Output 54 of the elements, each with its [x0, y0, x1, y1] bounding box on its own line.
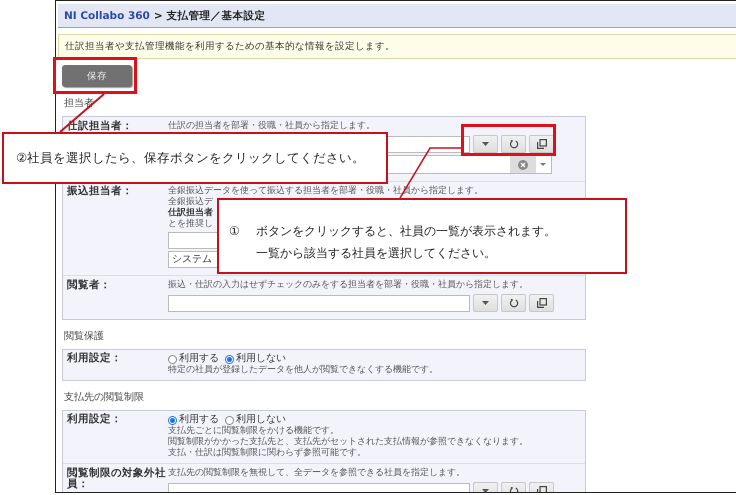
section-title: 閲覧保護 — [64, 331, 105, 343]
radio-button[interactable] — [225, 416, 234, 424]
callout-text: ボタンをクリックすると、社員の一覧が表示されます。 — [256, 223, 556, 240]
description-text: 全銀振込デ — [168, 197, 213, 207]
input-field[interactable] — [168, 294, 470, 312]
radio-button[interactable] — [225, 354, 234, 364]
reset-button[interactable] — [501, 135, 526, 153]
save-button[interactable]: 保存 — [62, 65, 132, 87]
dropdown-button[interactable] — [473, 294, 498, 312]
radio-label: 利用しない — [236, 353, 286, 365]
caret-down-icon — [540, 163, 546, 166]
select-list-button[interactable] — [529, 135, 554, 153]
section-title: 支払先の閲覧制限 — [64, 392, 145, 404]
field-label: 利用設定： — [67, 414, 123, 425]
description-text: 閲覧制限がかかった支払先と、支払先がセットされた支払情報が参照できなくなります。 — [168, 437, 528, 448]
radio-button[interactable] — [168, 416, 177, 424]
callout-text: ②社員を選択したら、保存ボタンをクリックしてください。 — [16, 150, 366, 166]
dropdown-button[interactable] — [473, 135, 498, 153]
radio-label: 利用する — [179, 353, 219, 364]
description-text: 支払先の閲覧制限を無視して、全データを参照できる社員を指定します。 — [168, 468, 465, 479]
description-text: とを推奨し — [168, 219, 213, 230]
caret-down-icon — [482, 489, 489, 492]
description-text: 仕訳の担当者を部署・役職・社員から指定します。 — [168, 121, 375, 132]
radio-option[interactable]: 利用しない — [225, 414, 286, 426]
refresh-icon — [508, 298, 518, 308]
select-list-button[interactable] — [529, 294, 554, 312]
radio-option[interactable]: 利用しない — [225, 353, 286, 365]
radio-option[interactable]: 利用する — [168, 353, 219, 365]
copy-icon — [536, 298, 546, 308]
description-text: 仕訳担当者 — [168, 208, 213, 218]
reset-button[interactable] — [501, 294, 526, 312]
caret-down-icon — [482, 301, 489, 305]
page-title: 支払管理／基本設定 — [166, 8, 266, 22]
description-text: 支払先ごとに閲覧制限をかける機能です。 — [168, 426, 339, 436]
info-message: 仕訳担当者や支払管理機能を利用するための基本的な情報を設定します。 — [58, 34, 736, 59]
breadcrumb-separator: > — [154, 10, 163, 22]
radio-label: 利用する — [179, 414, 219, 426]
field-label: 閲覧者： — [67, 280, 112, 291]
field-label: 振込担当者： — [67, 186, 134, 197]
caret-down-icon — [482, 142, 489, 146]
app-link[interactable]: NI Collabo 360 — [64, 10, 150, 22]
clear-icon[interactable] — [518, 160, 528, 170]
radio-label: 利用しない — [236, 414, 286, 426]
copy-icon — [536, 139, 546, 149]
description-text: 振込・仕訳の入力はせずチェックのみをする担当者を部署・役職・社員から指定します。 — [168, 280, 528, 291]
description-text: 特定の社員が登録したデータを他人が閲覧できなくする機能です。 — [168, 365, 438, 376]
radio-option[interactable]: 利用する — [168, 414, 219, 426]
callout-number: ① — [229, 223, 240, 240]
description-text: 支払・仕訳は閲覧制限に関わらず参照可能です。 — [168, 448, 366, 459]
field-label: 閲覧制限の対象外社員： — [67, 468, 167, 490]
field-label: 利用設定： — [67, 353, 123, 364]
refresh-icon — [508, 139, 518, 149]
radio-button[interactable] — [168, 354, 177, 364]
callout-text: 一覧から該当する社員を選択してください。 — [256, 245, 497, 262]
